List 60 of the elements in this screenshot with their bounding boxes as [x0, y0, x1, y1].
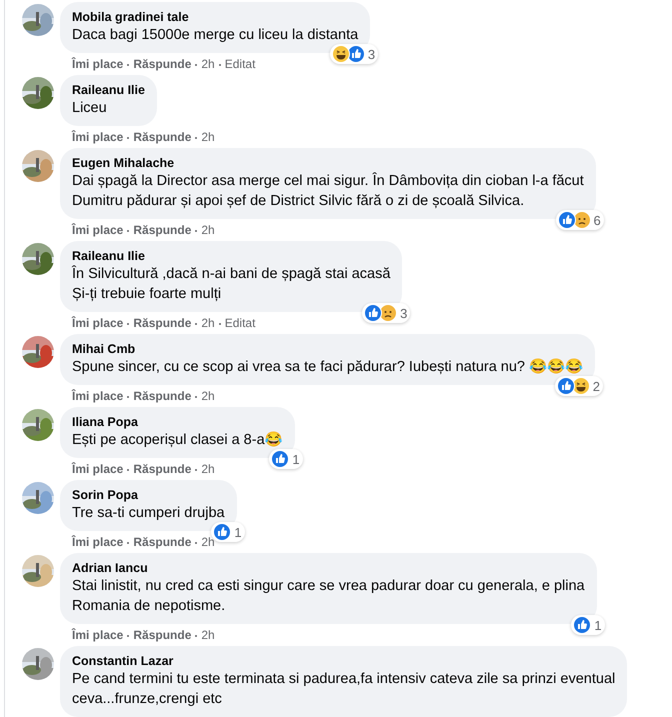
like-icon — [364, 304, 382, 322]
timestamp-link[interactable]: 2h — [201, 628, 215, 642]
like-icon — [556, 377, 575, 395]
like-link[interactable]: Îmi place — [72, 462, 124, 476]
reaction-count[interactable]: 2 — [554, 376, 604, 396]
like-link[interactable]: Îmi place — [72, 57, 124, 71]
like-link[interactable]: Îmi place — [72, 130, 124, 144]
author-name[interactable]: Raileanu Ilie — [72, 82, 145, 98]
like-icon — [558, 211, 576, 229]
like-link[interactable]: Îmi place — [72, 389, 124, 403]
timestamp-link[interactable]: 2h — [201, 389, 215, 403]
comment-text: Daca bagi 15000e merge cu liceu la distanta — [72, 26, 358, 45]
author-name[interactable]: Mihai Cmb — [72, 341, 136, 357]
author-name[interactable]: Iliana Popa — [72, 414, 138, 430]
author-name[interactable]: Constantin Lazar — [72, 653, 174, 669]
author-name[interactable]: Sorin Popa — [72, 487, 138, 503]
reply-link[interactable]: Răspunde — [133, 462, 192, 476]
like-link[interactable]: Îmi place — [72, 316, 124, 330]
timestamp-link[interactable]: 2h — [201, 130, 215, 144]
timestamp-link[interactable]: 2h — [201, 316, 215, 330]
reply-link[interactable]: Răspunde — [133, 628, 192, 642]
reaction-count[interactable]: 1 — [571, 615, 605, 635]
comment-text: Liceu — [72, 99, 107, 118]
author-name[interactable]: Mobila gradinei tale — [72, 9, 189, 25]
like-icon — [213, 523, 232, 541]
edited-label: Editat — [224, 316, 256, 330]
comment-text: Pe cand termini tu este terminata si padurea,fa intensiv cateva zile sa prinzi eventual ceva...frunze,crengi etc — [72, 670, 616, 709]
like-icon — [346, 45, 365, 63]
like-link[interactable]: Îmi place — [72, 223, 124, 237]
timestamp-link[interactable]: 2h — [201, 57, 215, 71]
comment-text: În Silvicultură ,dacă n-ai bani de șpagă stai acasă Și-ți trebuie foarte mulți — [72, 264, 390, 304]
comment-text: Tre sa-ti cumperi drujba — [72, 504, 225, 523]
laughing-face-icon — [572, 377, 590, 395]
reply-link[interactable]: Răspunde — [133, 389, 192, 403]
reply-link[interactable]: Răspunde — [133, 223, 192, 237]
author-name[interactable]: Raileanu Ilie — [72, 248, 145, 264]
reaction-count[interactable]: 3 — [330, 44, 378, 64]
reaction-count[interactable]: 6 — [556, 210, 604, 230]
sad-face-icon — [379, 304, 398, 322]
comment-text: Ești pe acoperișul clasei a 8-a😂 — [72, 430, 283, 450]
like-icon — [573, 616, 592, 634]
like-icon — [271, 450, 290, 468]
like-link[interactable]: Îmi place — [72, 535, 124, 549]
comment-text: Stai linistit, nu cred ca esti singur care se vrea padurar doar cu generala, e plina Romania de nepotisme. — [72, 577, 585, 616]
like-link[interactable]: Îmi place — [72, 628, 124, 642]
comment-text: Dai șpagă la Director asa merge cel mai sigur. În Dâmbovița din cioban l-a făcut Dumitru pădurar și apoi șef de District Silvic fără o zi de școală Silvica. — [72, 171, 584, 211]
edited-label: Editat — [224, 57, 256, 71]
reply-link[interactable]: Răspunde — [133, 535, 192, 549]
author-name[interactable]: Adrian Iancu — [72, 560, 148, 576]
author-name[interactable]: Eugen Mihalache — [72, 155, 174, 171]
laughing-face-icon — [332, 45, 350, 63]
timestamp-link[interactable]: 2h — [201, 462, 215, 476]
timestamp-link[interactable]: 2h — [201, 223, 215, 237]
reply-link[interactable]: Răspunde — [133, 130, 192, 144]
reply-link[interactable]: Răspunde — [133, 57, 192, 71]
reply-link[interactable]: Răspunde — [133, 316, 192, 330]
comment-text: Spune sincer, cu ce scop ai vrea sa te faci pădurar? Iubești natura nu? 😂😂😂 — [72, 358, 584, 377]
reaction-count[interactable]: 1 — [269, 449, 303, 469]
sad-face-icon — [572, 211, 591, 229]
reaction-count[interactable]: 3 — [362, 303, 410, 323]
